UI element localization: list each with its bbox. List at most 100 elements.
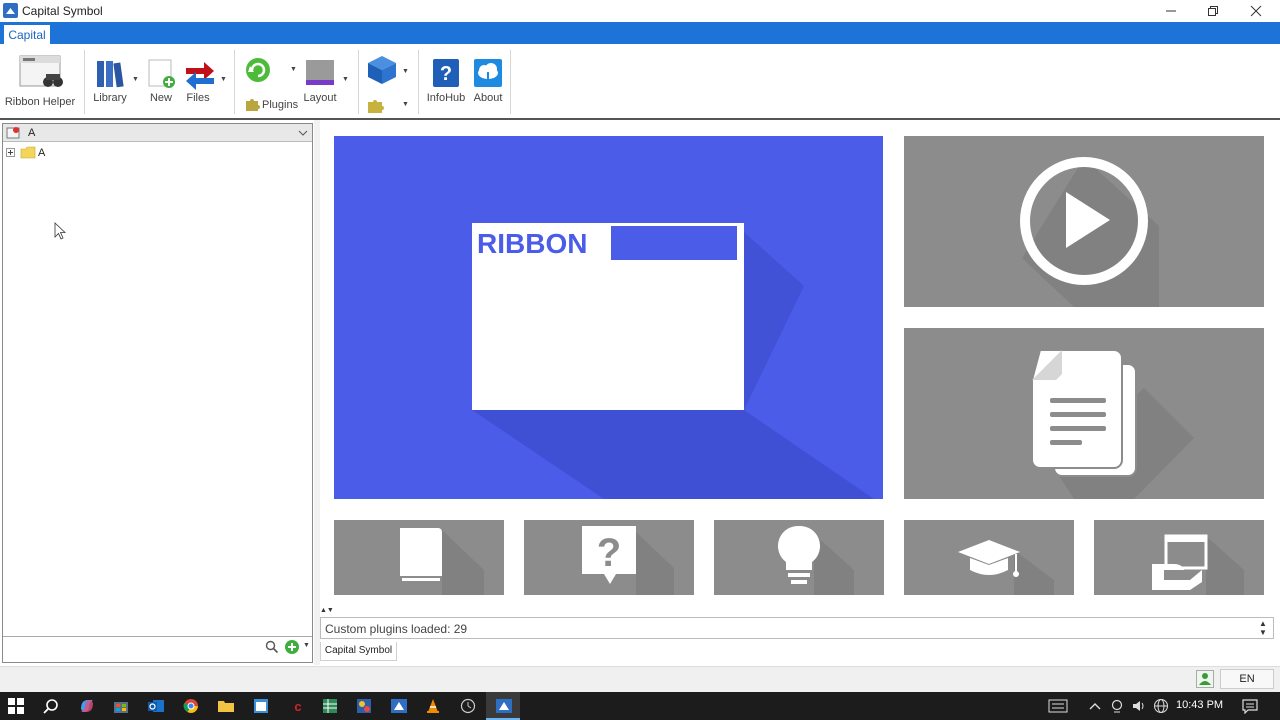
volume-tray-button[interactable] xyxy=(1129,696,1149,716)
video-tile[interactable] xyxy=(904,136,1264,307)
new-button[interactable]: New xyxy=(145,54,177,106)
library-combo[interactable]: A xyxy=(3,124,312,142)
chrome-button[interactable] xyxy=(181,696,201,716)
status-scroll-icon[interactable]: ▲ ▼ xyxy=(1259,619,1267,637)
capital-c-button[interactable]: c xyxy=(288,696,308,716)
about-label: About xyxy=(473,92,503,104)
title-bar xyxy=(0,0,1280,22)
copilot-button[interactable] xyxy=(77,696,97,716)
extension-dropdown-icon[interactable]: ▼ xyxy=(402,101,409,108)
paint-button[interactable] xyxy=(354,696,374,716)
cube-button[interactable]: ▼ xyxy=(364,54,412,88)
library-dropdown-icon[interactable]: ▼ xyxy=(132,76,139,83)
vlc-button[interactable] xyxy=(423,696,443,716)
tree-pane xyxy=(2,123,313,663)
news-widget-button[interactable] xyxy=(1048,696,1068,716)
webcam-icon xyxy=(1111,699,1123,713)
ribbon-helper-icon xyxy=(19,55,63,87)
graduation-cap-icon xyxy=(958,540,1054,595)
minimize-icon xyxy=(1166,10,1176,12)
c-logo-icon: c xyxy=(294,699,301,714)
clock-app-button[interactable] xyxy=(458,696,478,716)
ribbon-tile[interactable]: RIBBON xyxy=(334,136,883,499)
ribbon-separator xyxy=(358,50,359,114)
notification-icon xyxy=(1242,699,1258,714)
files-dropdown-icon[interactable]: ▼ xyxy=(220,76,227,83)
search-input[interactable]: ▼ xyxy=(3,636,312,656)
refresh-button[interactable]: ▼ xyxy=(242,54,302,86)
newspaper-icon xyxy=(1048,699,1068,713)
layout-dropdown-icon[interactable]: ▼ xyxy=(342,76,349,83)
documents-icon xyxy=(1031,349,1194,499)
status-message-box: Custom plugins loaded: 29 ▲ ▼ xyxy=(320,617,1274,639)
copilot-icon xyxy=(81,700,93,712)
language-indicator[interactable]: EN xyxy=(1220,669,1274,689)
search-icon[interactable] xyxy=(265,640,279,654)
puzzle-icon xyxy=(368,100,384,113)
globe-icon xyxy=(1154,699,1168,713)
app-button[interactable] xyxy=(251,696,271,716)
add-dropdown-icon[interactable]: ▼ xyxy=(303,642,310,649)
user-status-icon[interactable] xyxy=(1196,670,1214,688)
chevron-up-icon xyxy=(1089,703,1101,710)
ribbon-helper-label: Ribbon Helper xyxy=(4,96,76,108)
traffic-cone-icon xyxy=(427,699,439,713)
outlook-button[interactable] xyxy=(146,696,166,716)
ribbon-tab-strip xyxy=(0,22,1280,44)
layout-button[interactable]: ▼ Layout xyxy=(302,54,354,106)
start-button[interactable] xyxy=(6,696,26,716)
refresh-dropdown-icon[interactable]: ▼ xyxy=(290,66,297,73)
taskbar-search-button[interactable] xyxy=(41,696,61,716)
book-tile[interactable] xyxy=(334,520,504,595)
expand-icon[interactable] xyxy=(6,148,16,158)
minimize-button[interactable] xyxy=(1150,0,1192,22)
education-tile[interactable] xyxy=(904,520,1074,595)
status-tab[interactable]: Capital Symbol xyxy=(320,642,397,661)
collapse-toggle-icon[interactable]: ▲▼ xyxy=(320,607,334,614)
about-button[interactable]: About xyxy=(470,54,506,106)
files-button[interactable]: ▼ Files xyxy=(182,54,230,106)
app-icon xyxy=(496,699,512,713)
svg-text:?: ? xyxy=(440,63,452,85)
svg-text:c: c xyxy=(294,699,301,714)
restore-icon xyxy=(1208,6,1218,16)
plugins-button[interactable]: Plugins xyxy=(244,96,300,112)
active-app-button[interactable] xyxy=(486,692,520,720)
combo-value: A xyxy=(28,127,36,139)
webcam-tray-button[interactable] xyxy=(1107,696,1127,716)
file-explorer-button[interactable] xyxy=(216,696,236,716)
app-icon xyxy=(3,3,18,18)
add-icon[interactable] xyxy=(284,639,300,655)
store-icon xyxy=(114,702,128,713)
layout-label: Layout xyxy=(303,92,337,104)
new-label: New xyxy=(149,92,172,104)
pane-splitter[interactable] xyxy=(314,120,320,665)
plugins-label: Plugins xyxy=(262,99,299,111)
restore-button[interactable] xyxy=(1192,0,1234,22)
remote-hand-icon xyxy=(1152,534,1244,595)
ribbon-helper-button[interactable]: Ribbon Helper xyxy=(4,50,76,112)
documents-tile[interactable] xyxy=(904,328,1264,499)
close-button[interactable] xyxy=(1235,0,1277,22)
store-button[interactable] xyxy=(111,696,131,716)
book-icon xyxy=(400,528,484,595)
app-icon xyxy=(391,699,407,713)
cube-dropdown-icon[interactable]: ▼ xyxy=(402,68,409,75)
window-title: Capital Symbol xyxy=(22,4,103,18)
tray-overflow-button[interactable] xyxy=(1085,696,1105,716)
spreadsheet-button[interactable] xyxy=(320,696,340,716)
tips-tile[interactable] xyxy=(714,520,884,595)
windows-icon xyxy=(8,698,24,714)
network-tray-button[interactable] xyxy=(1151,696,1171,716)
tab-capital[interactable]: Capital xyxy=(4,25,50,44)
infohub-button[interactable]: ? InfoHub xyxy=(424,54,468,106)
capital-symbol-button[interactable] xyxy=(389,696,409,716)
notifications-button[interactable] xyxy=(1240,696,1260,716)
help-tile[interactable]: ? xyxy=(524,520,694,595)
taskbar-clock[interactable]: 10:43 PM xyxy=(1176,699,1223,711)
remote-tile[interactable] xyxy=(1094,520,1264,595)
puzzle-icon xyxy=(246,99,260,111)
extension-button[interactable]: ▼ xyxy=(366,96,412,114)
library-button[interactable]: ▼ Library xyxy=(90,54,139,106)
mouse-cursor-icon xyxy=(54,222,66,240)
